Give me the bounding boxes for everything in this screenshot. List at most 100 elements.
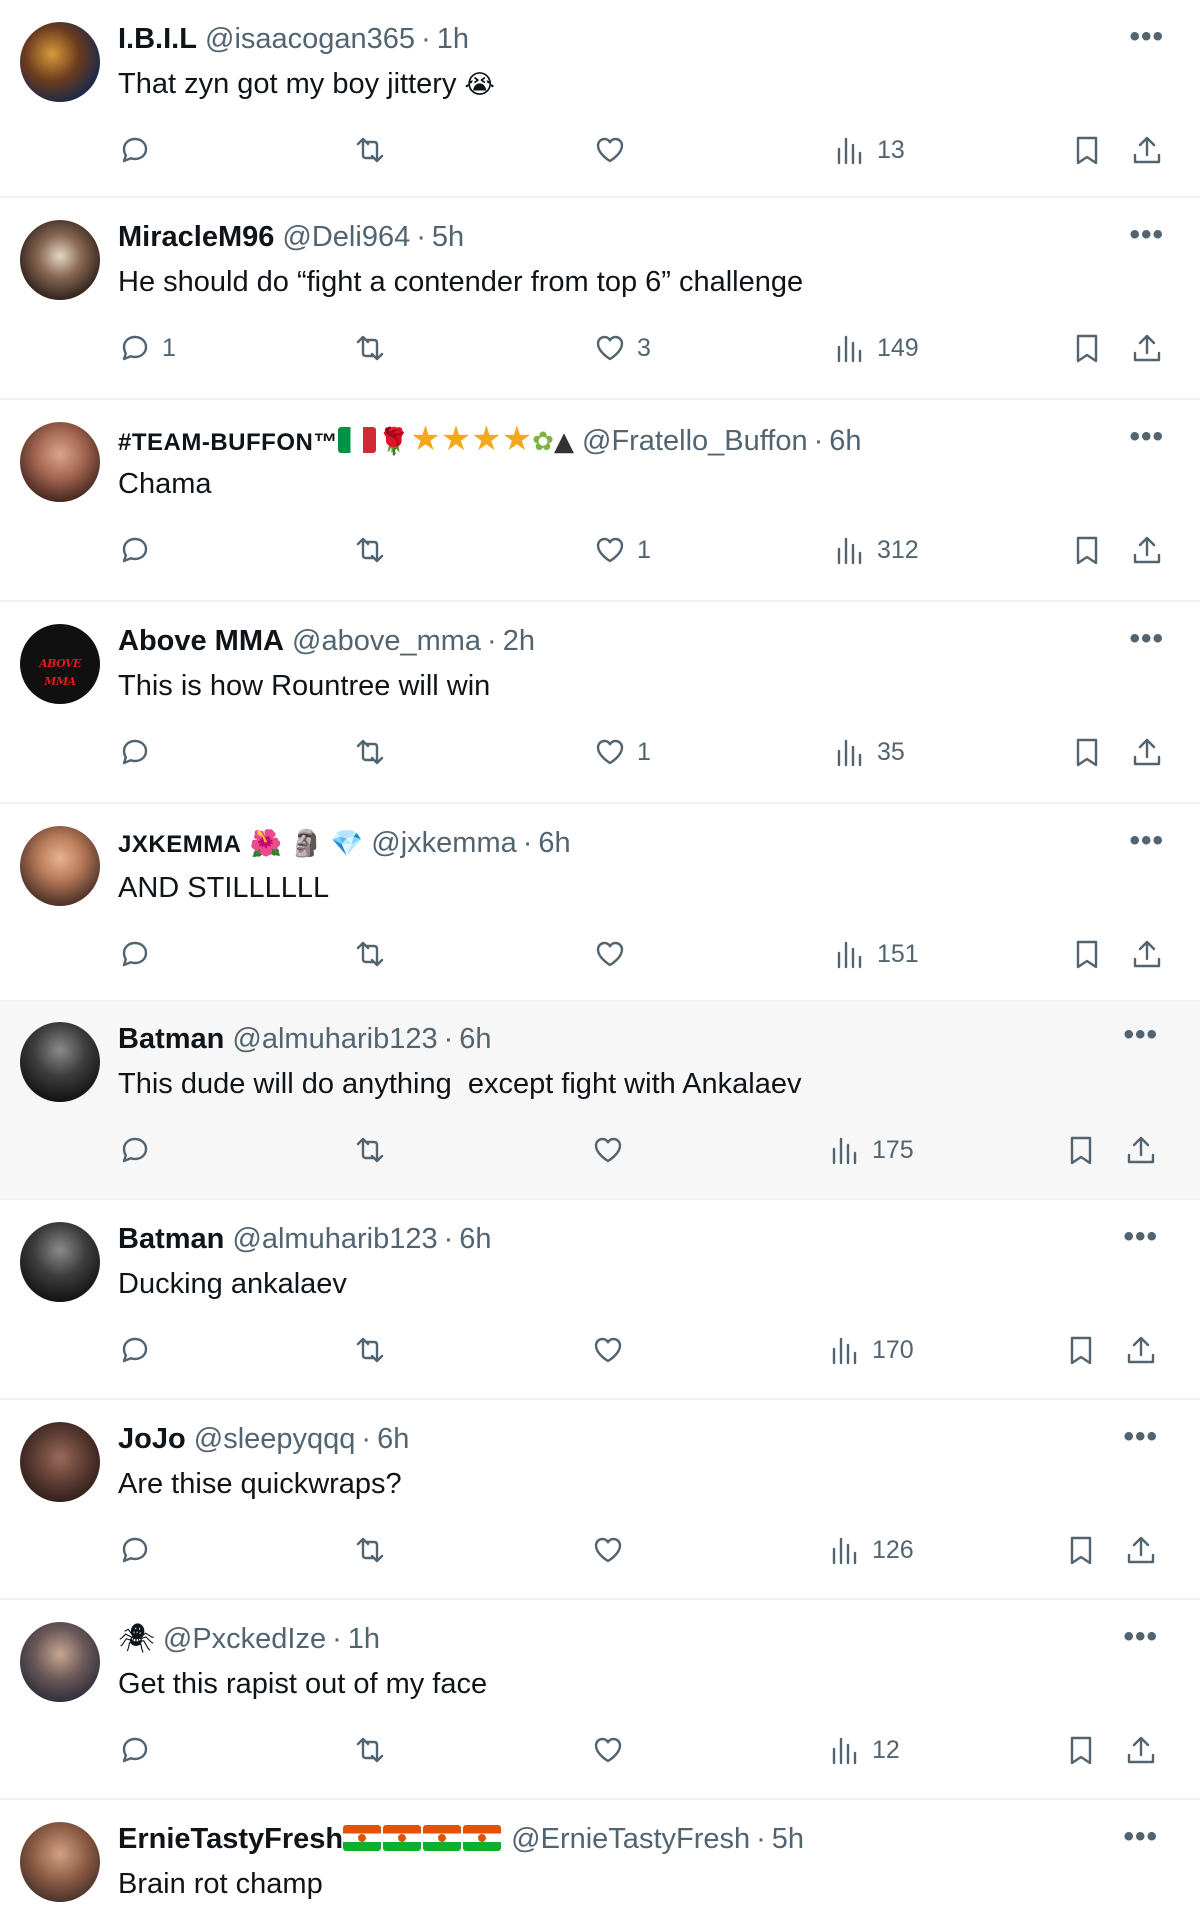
bookmark-button[interactable] (1070, 125, 1104, 175)
avatar[interactable] (20, 1022, 100, 1102)
reply-button[interactable]: 1 (118, 323, 176, 373)
avatar[interactable] (20, 826, 100, 906)
avatar[interactable] (20, 1222, 100, 1302)
user-handle[interactable]: @above_mma (292, 625, 481, 657)
timestamp[interactable]: 6h (459, 1023, 491, 1055)
retweet-button[interactable] (353, 125, 397, 175)
share-button[interactable] (1124, 1725, 1158, 1775)
like-button[interactable] (591, 1525, 635, 1575)
views-button[interactable]: 35 (833, 727, 905, 777)
share-button[interactable] (1124, 1525, 1158, 1575)
display-name[interactable]: Batman (118, 1023, 224, 1055)
display-name[interactable]: Batman (118, 1223, 224, 1255)
like-button[interactable] (591, 1725, 635, 1775)
display-name[interactable]: Above MMA (118, 625, 284, 657)
bookmark-button[interactable] (1064, 1125, 1098, 1175)
views-button[interactable]: 12 (828, 1725, 900, 1775)
avatar[interactable] (20, 220, 100, 300)
display-name[interactable]: ErnieTastyFresh (118, 1823, 343, 1855)
share-button[interactable] (1124, 1125, 1158, 1175)
reply-item[interactable]: I.B.I.L @isaacogan365 · 1h That zyn got my… (0, 0, 1200, 198)
share-button[interactable] (1130, 125, 1164, 175)
reply-item[interactable]: ABOVE MMA Above MMA @above_mma · 2h This i… (0, 602, 1200, 804)
bookmark-button[interactable] (1070, 525, 1104, 575)
bookmark-button[interactable] (1064, 1325, 1098, 1375)
user-handle[interactable]: @Fratello_Buffon (582, 425, 808, 457)
display-name[interactable]: 🕷 (118, 1623, 155, 1655)
reply-button[interactable] (118, 727, 162, 777)
more-options-icon[interactable]: ••• (1123, 1820, 1158, 1854)
timestamp[interactable]: 6h (829, 425, 861, 457)
reply-button[interactable] (118, 1725, 162, 1775)
timestamp[interactable]: 2h (503, 625, 535, 657)
timestamp[interactable]: 6h (377, 1423, 409, 1455)
user-handle[interactable]: @PxckedIze (163, 1623, 326, 1655)
bookmark-button[interactable] (1070, 323, 1104, 373)
retweet-button[interactable] (353, 1125, 397, 1175)
more-options-icon[interactable]: ••• (1123, 1220, 1158, 1254)
reply-item[interactable]: JXKEMMA 🌺 🗿 💎 @jxkemma · 6h AND STILLLLLL … (0, 804, 1200, 1002)
reply-item[interactable]: 🕷 @PxckedIze · 1h Get this rapist out of m… (0, 1600, 1200, 1800)
user-handle[interactable]: @almuharib123 (232, 1223, 437, 1255)
views-button[interactable]: 126 (828, 1525, 914, 1575)
like-button[interactable]: 1 (593, 727, 651, 777)
display-name[interactable]: MiracleM96 (118, 221, 274, 253)
retweet-button[interactable] (353, 323, 397, 373)
display-name[interactable]: #TEAM-BUFFON™ (118, 429, 338, 456)
views-button[interactable]: 175 (828, 1125, 914, 1175)
user-handle[interactable]: @isaacogan365 (205, 23, 415, 55)
timestamp[interactable]: 5h (432, 221, 464, 253)
avatar[interactable] (20, 1622, 100, 1702)
timestamp[interactable]: 1h (348, 1623, 380, 1655)
reply-button[interactable] (118, 1125, 162, 1175)
views-button[interactable]: 151 (833, 929, 919, 979)
avatar[interactable] (20, 1822, 100, 1902)
avatar[interactable]: ABOVE MMA (20, 624, 100, 704)
reply-button[interactable] (118, 125, 162, 175)
retweet-button[interactable] (353, 1525, 397, 1575)
timestamp[interactable]: 6h (459, 1223, 491, 1255)
share-button[interactable] (1124, 1325, 1158, 1375)
retweet-button[interactable] (353, 1725, 397, 1775)
user-handle[interactable]: @ErnieTastyFresh (511, 1823, 750, 1855)
retweet-button[interactable] (353, 1325, 397, 1375)
retweet-button[interactable] (353, 525, 397, 575)
bookmark-button[interactable] (1070, 929, 1104, 979)
like-button[interactable] (591, 1325, 635, 1375)
share-button[interactable] (1130, 727, 1164, 777)
avatar[interactable] (20, 422, 100, 502)
views-button[interactable]: 170 (828, 1325, 914, 1375)
bookmark-button[interactable] (1070, 727, 1104, 777)
user-handle[interactable]: @Deli964 (282, 221, 410, 253)
more-options-icon[interactable]: ••• (1123, 1620, 1158, 1654)
reply-item[interactable]: #TEAM-BUFFON™ 🌹★★★★✿▲ @Fratello_Buffon · 6h… (0, 400, 1200, 602)
views-button[interactable]: 13 (833, 125, 905, 175)
views-button[interactable]: 312 (833, 525, 919, 575)
more-options-icon[interactable]: ••• (1123, 1420, 1158, 1454)
timestamp[interactable]: 1h (437, 23, 469, 55)
like-button[interactable] (591, 1125, 635, 1175)
avatar[interactable] (20, 22, 100, 102)
timestamp[interactable]: 5h (772, 1823, 804, 1855)
reply-button[interactable] (118, 1525, 162, 1575)
like-button[interactable] (593, 929, 637, 979)
reply-button[interactable] (118, 525, 162, 575)
avatar[interactable] (20, 1422, 100, 1502)
more-options-icon[interactable]: ••• (1129, 622, 1164, 656)
bookmark-button[interactable] (1064, 1725, 1098, 1775)
more-options-icon[interactable]: ••• (1129, 824, 1164, 858)
like-button[interactable]: 1 (593, 525, 651, 575)
reply-item[interactable]: ErnieTastyFresh @ErnieTastyFresh · 5h Brai… (0, 1800, 1200, 1918)
user-handle[interactable]: @jxkemma (371, 827, 516, 859)
timestamp[interactable]: 6h (538, 827, 570, 859)
reply-button[interactable] (118, 1325, 162, 1375)
more-options-icon[interactable]: ••• (1129, 20, 1164, 54)
bookmark-button[interactable] (1064, 1525, 1098, 1575)
more-options-icon[interactable]: ••• (1129, 218, 1164, 252)
like-button[interactable] (593, 125, 637, 175)
more-options-icon[interactable]: ••• (1123, 1018, 1158, 1052)
reply-item[interactable]: Batman @almuharib123 · 6h Ducking ankalaev… (0, 1200, 1200, 1400)
retweet-button[interactable] (353, 929, 397, 979)
reply-item[interactable]: JoJo @sleepyqqq · 6h Are thise quickwraps?… (0, 1400, 1200, 1600)
reply-item[interactable]: Batman @almuharib123 · 6h This dude will d… (0, 1002, 1200, 1200)
